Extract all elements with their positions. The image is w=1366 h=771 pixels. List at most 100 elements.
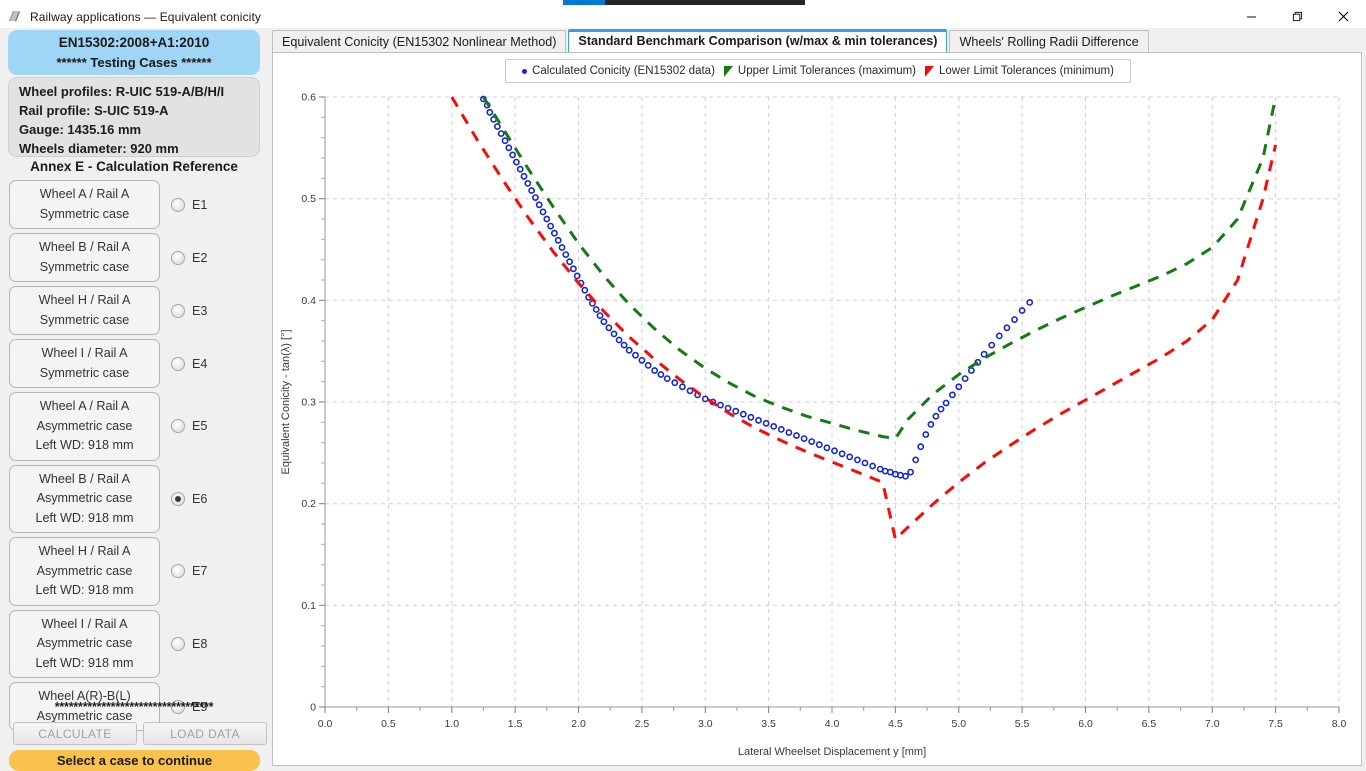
case-radio-e6[interactable]: E6 xyxy=(171,491,208,506)
case-row: Wheel B / Rail A Asymmetric case Left WD: … xyxy=(0,464,268,533)
svg-text:5.5: 5.5 xyxy=(1015,718,1030,730)
legend-dash-icon xyxy=(723,65,733,77)
case-row: Wheel A / Rail A Symmetric case E1 xyxy=(0,180,268,229)
case-list: Wheel A / Rail A Symmetric case E1 Wheel B … xyxy=(0,180,268,735)
radio-button-icon[interactable] xyxy=(171,491,185,506)
case-button-e6[interactable]: Wheel B / Rail A Asymmetric case Left WD: … xyxy=(9,464,160,533)
svg-text:4.5: 4.5 xyxy=(888,718,903,730)
case-line: Left WD: 918 mm xyxy=(35,438,134,452)
case-row: Wheel I / Rail A Asymmetric case Left WD: … xyxy=(0,609,268,678)
svg-text:3.5: 3.5 xyxy=(761,718,776,730)
svg-text:8.0: 8.0 xyxy=(1332,718,1347,730)
legend-label: Upper Limit Tolerances (maximum) xyxy=(737,65,916,77)
tab-label: Equivalent Conicity (EN15302 Nonlinear M… xyxy=(282,35,557,49)
standard-code: EN15302:2008+A1:2010 xyxy=(58,34,210,50)
conicity-chart: 0.0 0.5 1.0 1.5 2.0 2.5 3.0 3.5 4.0 4.5 5.0 5.5 6.0 6… xyxy=(273,85,1361,765)
main-pane: Equivalent Conicity (EN15302 Nonlinear M… xyxy=(268,28,1366,768)
legend-dash-icon xyxy=(925,65,934,77)
svg-text:1.0: 1.0 xyxy=(444,718,459,730)
legend-item-1: Upper Limit Tolerances (maximum) xyxy=(723,65,916,77)
case-button-e7[interactable]: Wheel H / Rail A Asymmetric case Left WD: … xyxy=(9,537,160,606)
case-line: Wheel I / Rail A xyxy=(41,346,128,360)
case-button-e3[interactable]: Wheel H / Rail A Symmetric case xyxy=(9,286,160,335)
case-radio-e8[interactable]: E8 xyxy=(171,636,208,651)
wheel-profiles-label: Wheel profiles: R-UIC 519-A/B/H/I xyxy=(19,84,225,99)
rail-profile-label: Rail profile: S-UIC 519-A xyxy=(19,103,169,118)
svg-text:7.0: 7.0 xyxy=(1205,718,1220,730)
case-line: Wheel H / Rail A xyxy=(38,293,131,307)
case-radio-e1[interactable]: E1 xyxy=(171,197,207,212)
svg-text:3.0: 3.0 xyxy=(698,718,713,730)
svg-text:4.0: 4.0 xyxy=(825,718,840,730)
legend-item-0: Calculated Conicity (EN15302 data) xyxy=(522,65,715,77)
svg-text:0.5: 0.5 xyxy=(301,193,316,205)
app-icon xyxy=(7,9,23,25)
case-id-label: E8 xyxy=(192,636,208,651)
svg-text:0.2: 0.2 xyxy=(301,498,316,510)
radio-button-icon[interactable] xyxy=(171,250,185,265)
case-id-label: E3 xyxy=(192,303,208,318)
legend-label: Calculated Conicity (EN15302 data) xyxy=(532,65,715,77)
chart-svg: 0.0 0.5 1.0 1.5 2.0 2.5 3.0 3.5 4.0 4.5 5.0 5.5 6.0 6… xyxy=(280,92,1347,759)
case-row: Wheel H / Rail A Symmetric case E3 xyxy=(0,286,268,335)
svg-text:2.0: 2.0 xyxy=(571,718,586,730)
radio-button-icon[interactable] xyxy=(171,419,185,434)
case-line: Left WD: 918 mm xyxy=(35,583,134,597)
case-line: Left WD: 918 mm xyxy=(35,655,134,670)
close-icon[interactable] xyxy=(1320,5,1366,28)
case-line: Wheel B / Rail A xyxy=(39,240,130,254)
case-line: Symmetric case xyxy=(39,206,130,221)
case-button-e5[interactable]: Wheel A / Rail A Asymmetric case Left WD: … xyxy=(9,392,160,461)
svg-text:0: 0 xyxy=(310,702,316,714)
svg-text:0.4: 0.4 xyxy=(301,295,316,307)
case-radio-e5[interactable]: E5 xyxy=(171,419,207,434)
maximize-restore-icon[interactable] xyxy=(1274,5,1320,28)
load-data-button[interactable]: LOAD DATA xyxy=(143,722,267,745)
radio-button-icon[interactable] xyxy=(171,356,185,371)
case-radio-e2[interactable]: E2 xyxy=(171,250,208,265)
case-radio-e4[interactable]: E4 xyxy=(171,356,208,371)
svg-text:0.6: 0.6 xyxy=(301,92,316,104)
case-button-e8[interactable]: Wheel I / Rail A Asymmetric case Left WD: … xyxy=(9,609,160,678)
tab-2[interactable]: Wheels' Rolling Radii Difference xyxy=(949,30,1149,53)
case-radio-e3[interactable]: E3 xyxy=(171,303,208,318)
legend-label: Lower Limit Tolerances (minimum) xyxy=(939,65,1114,77)
case-line: Left WD: 918 mm xyxy=(35,510,134,525)
testing-cases-label: ****** Testing Cases ****** xyxy=(56,54,212,70)
tab-content-panel: Calculated Conicity (EN15302 data) Upper … xyxy=(272,52,1362,766)
tab-0[interactable]: Equivalent Conicity (EN15302 Nonlinear M… xyxy=(272,30,567,53)
window-client-area: EN15302:2008+A1:2010 ****** Testing Case… xyxy=(0,28,1366,771)
case-line: Symmetric case xyxy=(39,259,130,274)
case-row: Wheel B / Rail A Symmetric case E2 xyxy=(0,233,268,282)
case-id-label: E4 xyxy=(192,356,208,371)
window-controls xyxy=(1228,5,1366,28)
svg-text:6.0: 6.0 xyxy=(1078,718,1093,730)
standard-header-panel: EN15302:2008+A1:2010 ****** Testing Case… xyxy=(8,30,260,75)
case-line: Asymmetric case xyxy=(36,563,133,578)
svg-text:Equivalent Conicity - tan(λ) [: Equivalent Conicity - tan(λ) [°] xyxy=(280,329,292,474)
case-button-e2[interactable]: Wheel B / Rail A Symmetric case xyxy=(9,233,160,282)
action-buttons: CALCULATE LOAD DATA xyxy=(0,722,268,745)
tab-strip: Equivalent Conicity (EN15302 Nonlinear M… xyxy=(272,29,1362,53)
svg-text:2.5: 2.5 xyxy=(635,718,650,730)
tab-1[interactable]: Standard Benchmark Comparison (w/max & m… xyxy=(568,29,948,53)
minimize-button[interactable] xyxy=(1228,5,1274,28)
tab-label: Standard Benchmark Comparison (w/max & m… xyxy=(578,34,938,48)
annex-title: Annex E - Calculation Reference xyxy=(30,159,238,174)
case-line: Wheel A / Rail A xyxy=(39,399,130,413)
radio-button-icon[interactable] xyxy=(171,303,185,318)
case-button-e4[interactable]: Wheel I / Rail A Symmetric case xyxy=(9,339,160,388)
case-line: Asymmetric case xyxy=(36,418,133,433)
case-id-label: E6 xyxy=(192,491,208,506)
divider-asterisks: ********************************** xyxy=(54,700,214,714)
svg-text:5.0: 5.0 xyxy=(951,718,966,730)
case-button-e1[interactable]: Wheel A / Rail A Symmetric case xyxy=(9,180,160,229)
case-radio-e7[interactable]: E7 xyxy=(171,564,207,579)
radio-button-icon[interactable] xyxy=(171,636,185,651)
radio-button-icon[interactable] xyxy=(171,197,185,212)
svg-text:6.5: 6.5 xyxy=(1142,718,1157,730)
case-id-label: E2 xyxy=(192,250,208,265)
calculate-button[interactable]: CALCULATE xyxy=(13,722,137,745)
case-line: Symmetric case xyxy=(39,365,130,380)
radio-button-icon[interactable] xyxy=(171,564,185,579)
